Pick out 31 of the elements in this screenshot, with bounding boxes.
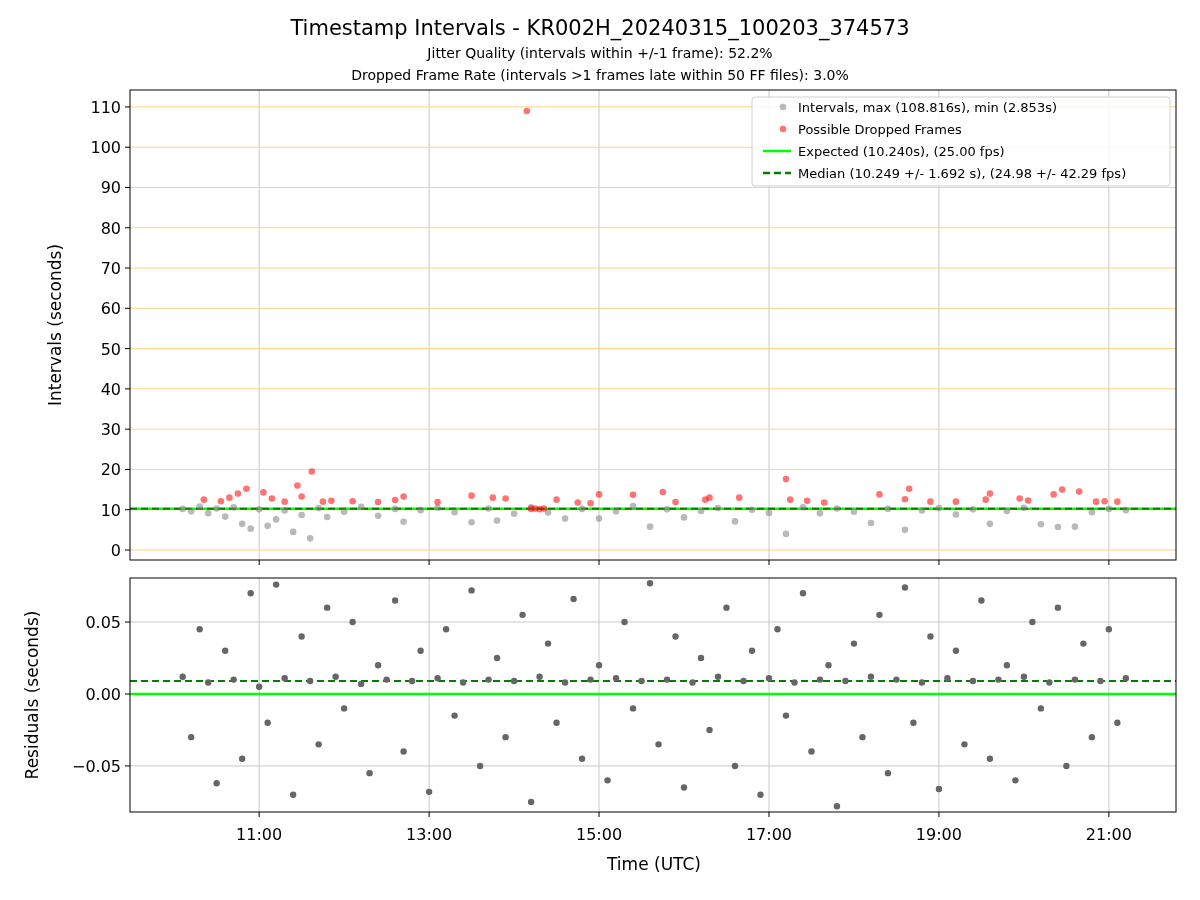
tick-label: 110	[90, 97, 121, 117]
tick-label: 15:00	[576, 825, 623, 844]
axis-label: Time (UTC)	[607, 854, 701, 874]
axis-label: Residuals (seconds)	[22, 610, 42, 780]
tick-label: 50	[100, 339, 121, 359]
tick-label: 30	[100, 420, 121, 440]
chart-subtitle: Dropped Frame Rate (intervals >1 frames late within 50 FF files): 3.0%	[351, 66, 849, 85]
tick-label: 0.00	[85, 685, 121, 704]
axis-label: Intervals (seconds)	[45, 243, 65, 407]
tick-label: −0.05	[71, 756, 121, 776]
chart-subtitle: Jitter Quality (intervals within +/-1 frame): 52.2%	[427, 44, 773, 63]
tick-label: 0.05	[85, 613, 121, 633]
tick-label: 21:00	[1085, 825, 1132, 844]
tick-label: 20	[100, 460, 121, 480]
tick-label: 17:00	[745, 825, 793, 844]
tick-label: 60	[100, 299, 121, 319]
tick-label: 13:00	[406, 825, 453, 844]
legend-label: Median (10.249 +/- 1.692 s), (24.98 +/- 42.29 fps)	[798, 165, 1127, 181]
tick-label: 90	[100, 178, 121, 198]
tick-label: 100	[90, 138, 121, 158]
tick-label: 80	[100, 218, 121, 238]
legend-label: Possible Dropped Frames	[798, 121, 962, 137]
tick-label: 70	[100, 259, 121, 279]
legend-label: Expected (10.240s), (25.00 fps)	[798, 143, 1005, 159]
tick-label: 0	[110, 541, 121, 560]
tick-label: 40	[100, 379, 121, 399]
tick-label: 10	[100, 500, 121, 520]
legend-label: Intervals, max (108.816s), min (2.853s)	[798, 99, 1057, 115]
chart-title: Timestamp Intervals - KR002H_20240315_100203_374573	[290, 15, 910, 42]
tick-label: 11:00	[236, 825, 283, 844]
tick-label: 19:00	[915, 825, 962, 844]
